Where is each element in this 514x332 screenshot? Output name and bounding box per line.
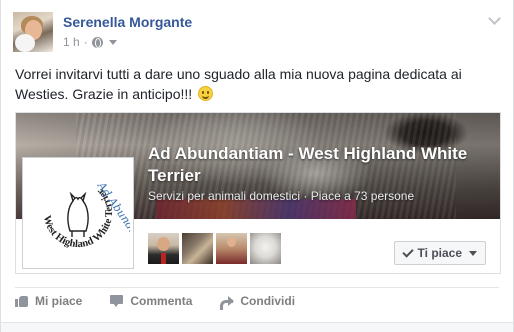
westie-logo: West Highland White Terrier Ad Abundanti… bbox=[26, 161, 159, 265]
meta-separator: · bbox=[83, 35, 88, 49]
friends-who-like-page bbox=[148, 233, 281, 264]
like-button-label: Ti piace bbox=[417, 246, 462, 260]
share-arrow-icon bbox=[220, 294, 235, 310]
wink-emoji-icon bbox=[198, 86, 214, 101]
share-action-label: Condividi bbox=[240, 294, 296, 308]
comment-bubble-icon bbox=[110, 294, 124, 308]
author-avatar[interactable] bbox=[13, 12, 53, 52]
post-meta: 1 h · bbox=[63, 35, 117, 49]
like-action-button[interactable]: Mi piace bbox=[15, 294, 82, 308]
page-profile-picture[interactable]: West Highland White Terrier Ad Abundanti… bbox=[22, 157, 159, 269]
page-category[interactable]: Servizi per animali domestici bbox=[148, 189, 300, 203]
comment-action-button[interactable]: Commenta bbox=[110, 294, 192, 308]
friend-avatar[interactable] bbox=[216, 233, 247, 264]
westie-logo-icon: West Highland White Terrier Ad Abundanti… bbox=[41, 179, 159, 264]
actions-divider bbox=[15, 287, 499, 288]
chevron-down-icon bbox=[469, 250, 477, 256]
thumbs-up-icon bbox=[15, 294, 29, 308]
friend-avatar[interactable] bbox=[182, 233, 213, 264]
post-text: Vorrei invitarvi tutti a dare uno sguado… bbox=[15, 64, 495, 104]
page-like-button[interactable]: Ti piace bbox=[393, 241, 486, 265]
shared-page-title[interactable]: Ad Abundantiam - West Highland White Ter… bbox=[148, 143, 493, 187]
post-timestamp[interactable]: 1 h bbox=[63, 35, 80, 49]
comment-area-edge bbox=[1, 322, 513, 332]
like-action-label: Mi piace bbox=[35, 294, 83, 308]
post-action-bar: Mi piace Commenta Condividi bbox=[15, 294, 296, 310]
friend-avatar[interactable] bbox=[148, 233, 179, 264]
globe-icon[interactable] bbox=[91, 36, 103, 48]
comment-action-label: Commenta bbox=[130, 294, 193, 308]
shared-page-card[interactable]: Ad Abundantiam - West Highland White Ter… bbox=[15, 112, 501, 274]
post-options-chevron-icon[interactable] bbox=[489, 14, 499, 24]
post-body-text: Vorrei invitarvi tutti a dare uno sguado… bbox=[15, 66, 462, 102]
check-icon bbox=[401, 245, 414, 258]
friend-avatar[interactable] bbox=[250, 233, 281, 264]
audience-caret-icon[interactable] bbox=[108, 39, 117, 45]
shared-page-subtitle: Servizi per animali domestici · Piace a … bbox=[148, 189, 415, 203]
page-likes-count: Piace a 73 persone bbox=[310, 189, 415, 203]
feed-post: Serenella Morgante 1 h · Vorrei invitarv… bbox=[0, 0, 514, 332]
share-action-button[interactable]: Condividi bbox=[220, 294, 296, 310]
author-name-link[interactable]: Serenella Morgante bbox=[63, 14, 192, 30]
